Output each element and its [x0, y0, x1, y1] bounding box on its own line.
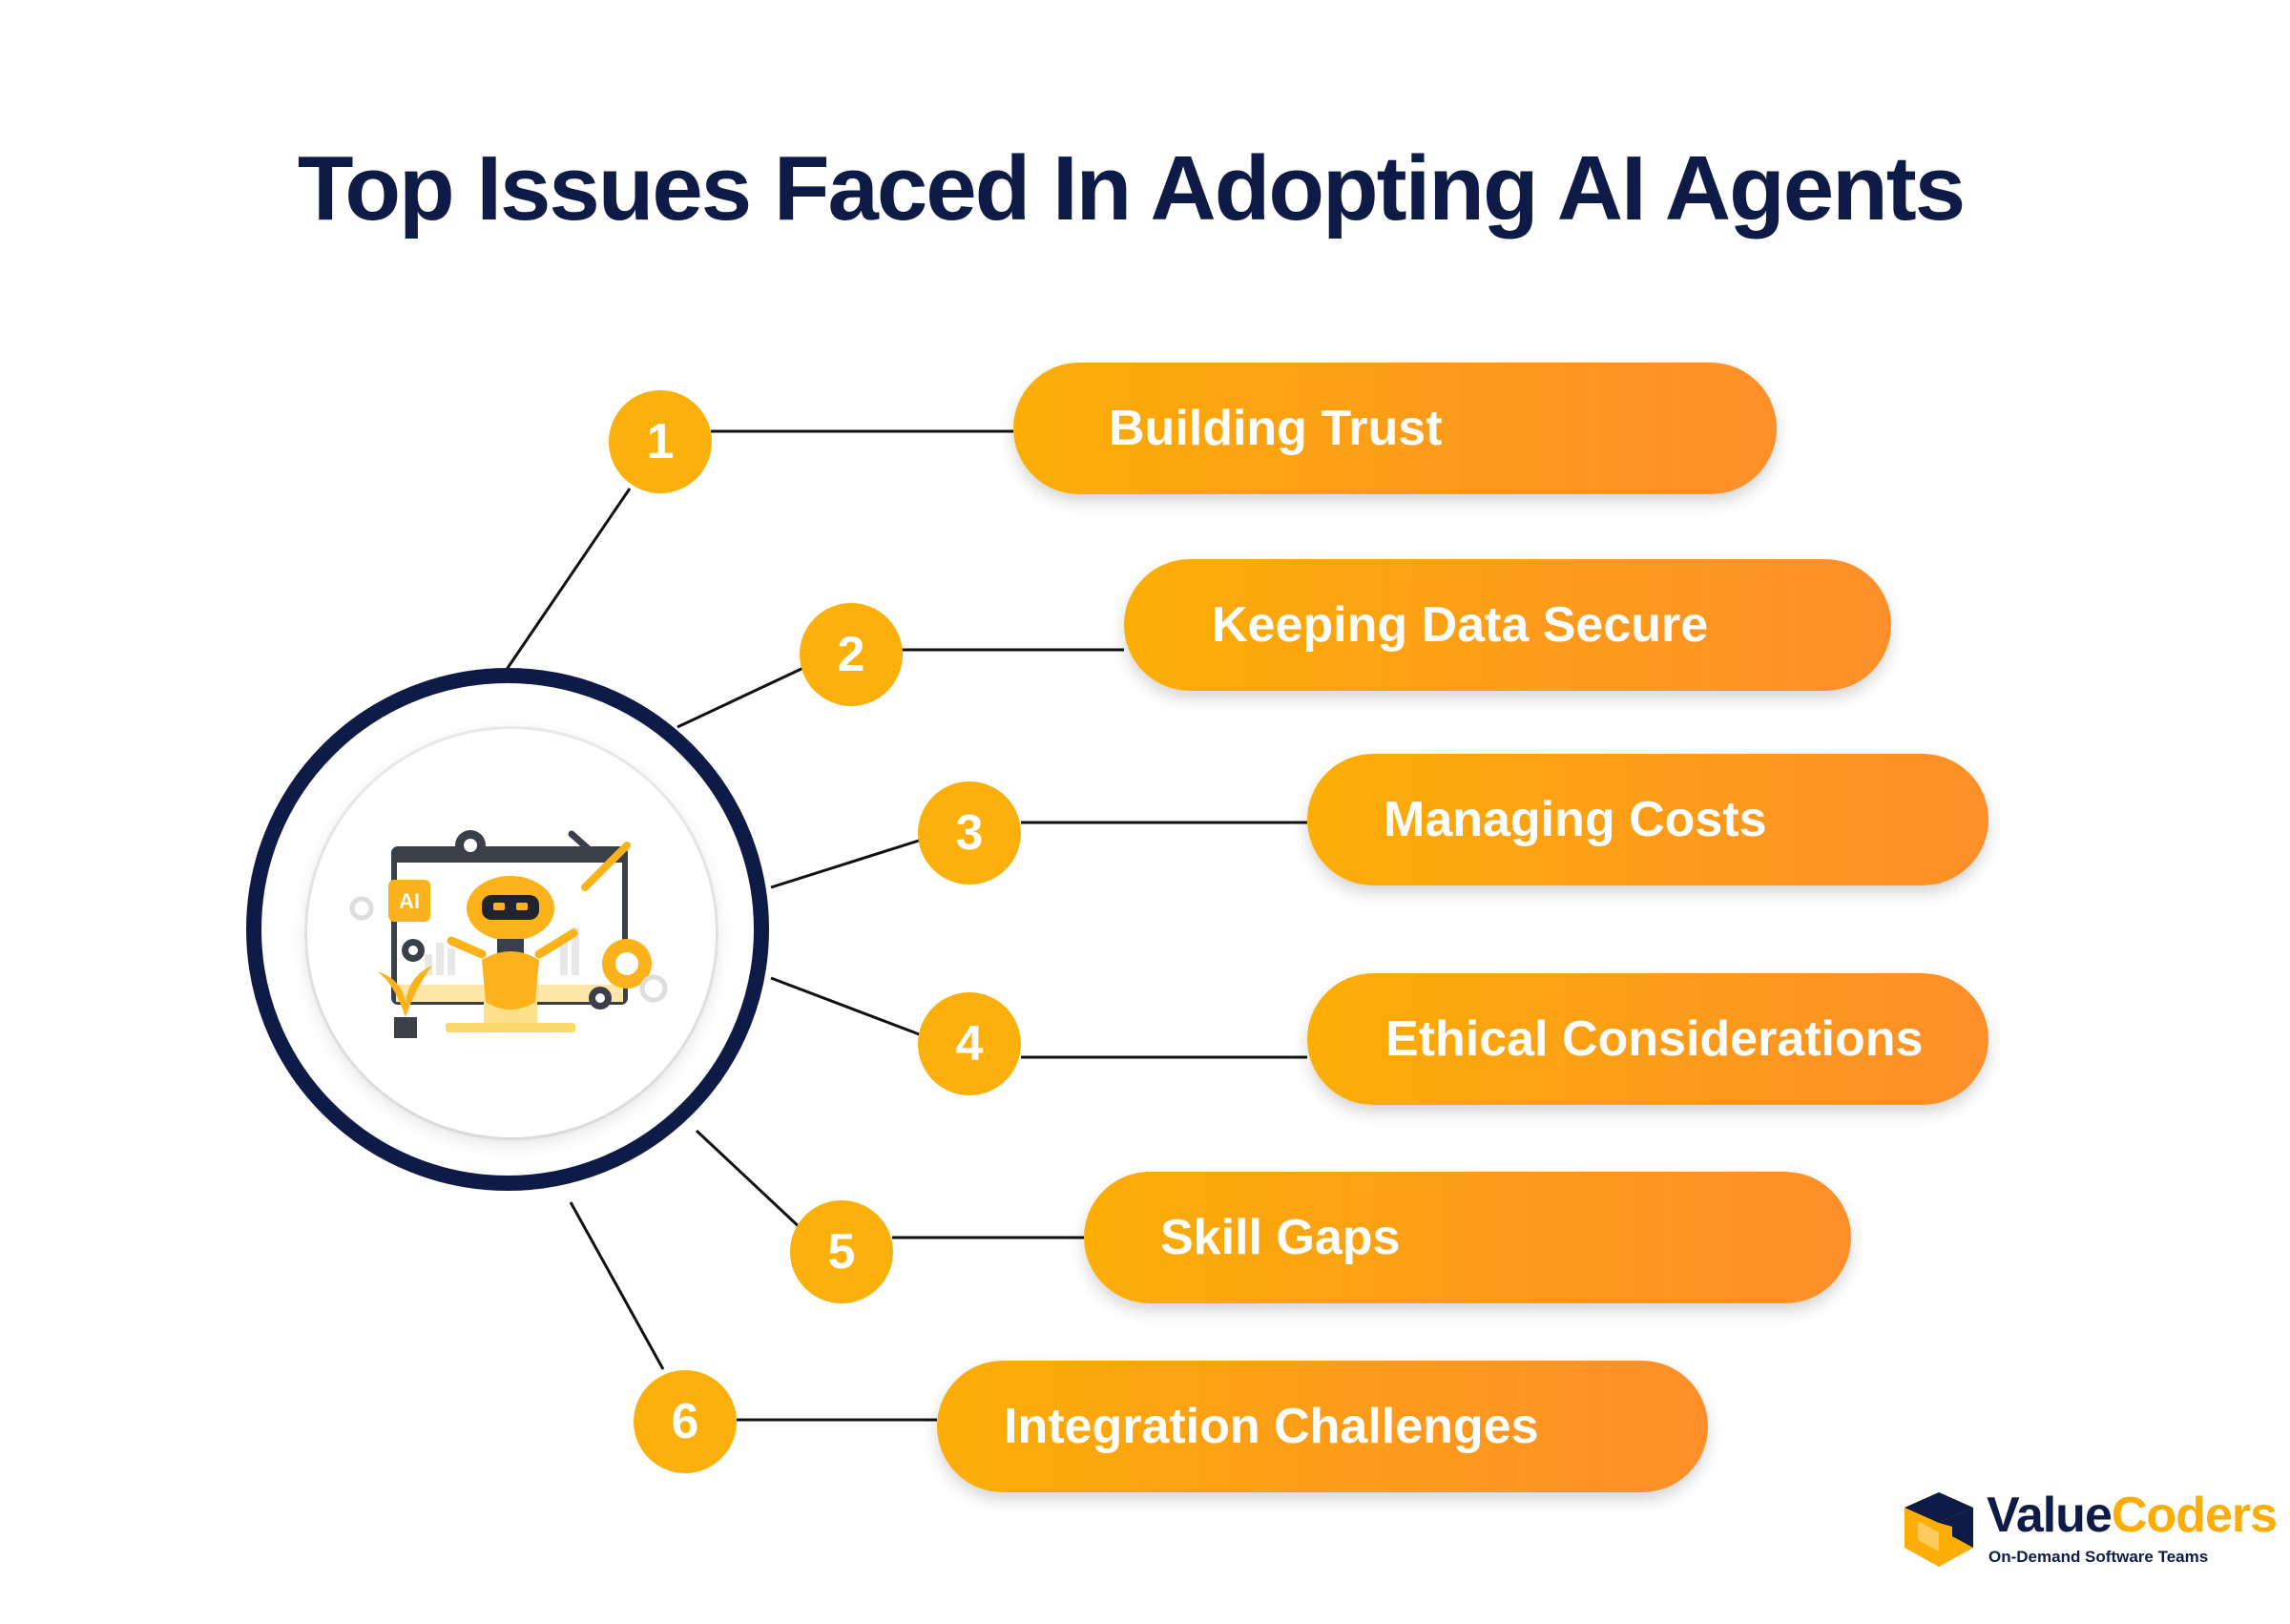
- step-badge-6: 6: [634, 1370, 737, 1473]
- svg-text:AI: AI: [399, 889, 420, 913]
- issue-label-5: Skill Gaps: [1160, 1210, 1401, 1265]
- issue-pill-3: Managing Costs: [1307, 754, 1988, 885]
- brand-name: ValueCoders: [1987, 1488, 2278, 1543]
- brand-name-part1: Value: [1987, 1488, 2113, 1543]
- ai-robot-illustration-icon: AI: [349, 830, 668, 1038]
- step-badge-4: 4: [918, 992, 1021, 1095]
- connector-4-diag: [770, 976, 923, 1037]
- issue-label-6: Integration Challenges: [1004, 1399, 1539, 1454]
- connector-3-diag: [770, 838, 923, 889]
- brand-tagline: On-Demand Software Teams: [1988, 1548, 2209, 1566]
- issue-label-4: Ethical Considerations: [1385, 1011, 1924, 1067]
- step-badge-2: 2: [800, 603, 903, 706]
- step-badge-3: 3: [918, 781, 1021, 885]
- issue-label-2: Keeping Data Secure: [1212, 597, 1709, 653]
- issue-label-3: Managing Costs: [1384, 792, 1767, 847]
- issue-pill-2: Keeping Data Secure: [1124, 559, 1891, 691]
- connector-6-diag: [569, 1201, 665, 1370]
- ai-chip-icon: AI: [388, 880, 430, 922]
- issue-pill-6: Integration Challenges: [937, 1361, 1708, 1492]
- issue-label-1: Building Trust: [1109, 401, 1443, 456]
- step-badge-5: 5: [790, 1200, 893, 1303]
- valuecoders-mark-icon: [1905, 1492, 1973, 1567]
- step-badge-1: 1: [609, 390, 712, 493]
- issue-pill-4: Ethical Considerations: [1307, 973, 1988, 1105]
- issue-pill-1: Building Trust: [1013, 363, 1777, 494]
- valuecoders-logo: ValueCoders On-Demand Software Teams: [1897, 1489, 2278, 1584]
- connector-2-diag: [677, 666, 804, 729]
- issue-pill-5: Skill Gaps: [1084, 1172, 1851, 1303]
- brand-name-part2: Coders: [2111, 1488, 2278, 1543]
- connector-5-diag: [695, 1129, 805, 1233]
- connector-1-diag: [504, 488, 632, 672]
